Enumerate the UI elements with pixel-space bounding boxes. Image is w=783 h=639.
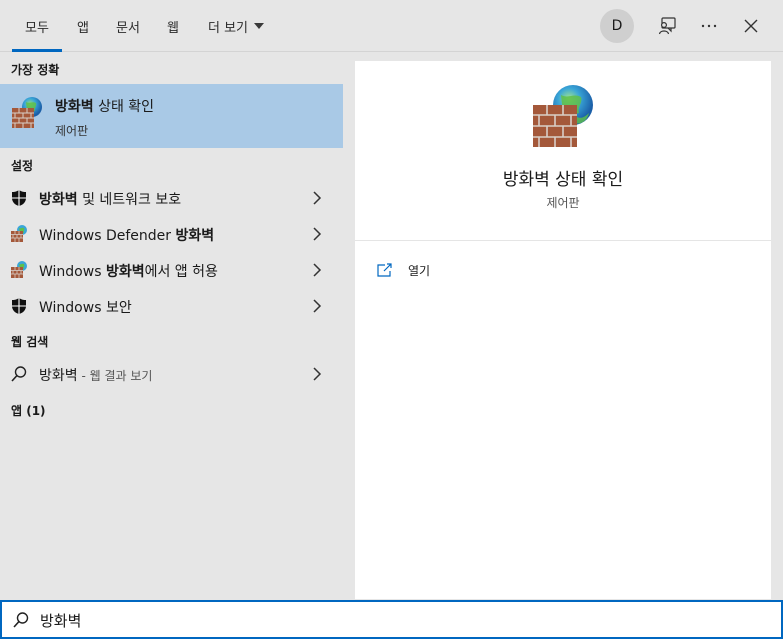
- section-best-match: 가장 정확: [11, 63, 60, 77]
- settings-item-label: Windows Defender 방화벽: [39, 225, 214, 245]
- web-search-label: 방화벽 - 웹 결과 보기: [39, 365, 152, 385]
- settings-item-windows-security[interactable]: Windows 보안: [0, 288, 343, 324]
- settings-item-firewall-network-protection[interactable]: 방화벽 및 네트워크 보호: [0, 180, 343, 216]
- chevron-right-icon: [313, 227, 322, 241]
- settings-item-label-rest: 에서 앱 허용: [144, 264, 218, 280]
- firewall-icon: [529, 83, 597, 151]
- best-match-title-bold: 방화벽: [55, 99, 94, 115]
- open-label: 열기: [408, 263, 431, 278]
- best-match-title: 방화벽 상태 확인: [55, 96, 154, 116]
- feedback-button[interactable]: [650, 9, 684, 43]
- search-icon: [11, 366, 27, 382]
- section-apps: 앱 (1): [11, 404, 46, 418]
- tab-apps-label: 앱: [77, 20, 89, 36]
- web-search-query: 방화벽: [39, 368, 78, 384]
- web-search-suffix: - 웹 결과 보기: [77, 369, 153, 383]
- tab-all-label: 모두: [25, 20, 49, 36]
- settings-item-label-bold: 방화벽: [175, 228, 215, 244]
- tab-more-label: 더 보기: [207, 20, 248, 36]
- tab-documents-label: 문서: [116, 20, 140, 36]
- section-web-search: 웹 검색: [11, 335, 49, 349]
- settings-item-label-bold: 방화벽: [105, 264, 145, 280]
- section-settings: 설정: [11, 159, 34, 173]
- more-button[interactable]: [692, 9, 726, 43]
- settings-item-label: 방화벽 및 네트워크 보호: [39, 189, 181, 209]
- settings-item-allow-app-through-firewall[interactable]: Windows 방화벽에서 앱 허용: [0, 252, 343, 288]
- best-match-title-rest: 상태 확인: [93, 99, 155, 115]
- tab-web-label: 웹: [167, 20, 179, 36]
- chevron-right-icon: [313, 299, 322, 313]
- detail-divider: [355, 240, 771, 241]
- firewall-icon: [10, 96, 44, 130]
- chevron-right-icon: [313, 367, 322, 381]
- detail-panel: 방화벽 상태 확인 제어판 열기: [355, 61, 771, 599]
- search-bar: [0, 600, 783, 639]
- more-icon: [701, 24, 717, 28]
- settings-item-label-rest: 및 네트워크 보호: [77, 192, 182, 208]
- avatar[interactable]: D: [600, 9, 634, 43]
- settings-item-label: Windows 방화벽에서 앱 허용: [39, 261, 218, 281]
- settings-item-label-pre: Windows 보안: [39, 300, 132, 316]
- settings-item-label-bold: 방화벽: [39, 192, 78, 208]
- detail-title: 방화벽 상태 확인: [502, 170, 624, 190]
- tab-all[interactable]: 모두: [12, 0, 62, 52]
- detail-subtitle: 제어판: [546, 196, 580, 210]
- open-icon: [377, 263, 392, 277]
- shield-icon: [12, 298, 26, 314]
- avatar-initial: D: [611, 18, 623, 34]
- tab-more[interactable]: 더 보기: [198, 0, 274, 52]
- search-icon: [13, 612, 29, 628]
- top-bar: 모두 앱 문서 웹 더 보기 D: [0, 0, 783, 52]
- chevron-down-icon: [254, 23, 264, 29]
- tab-apps[interactable]: 앱: [66, 0, 100, 52]
- best-match-item[interactable]: 방화벽 상태 확인 제어판: [0, 84, 343, 148]
- settings-item-defender-firewall[interactable]: Windows Defender 방화벽: [0, 216, 343, 252]
- settings-item-label-pre: Windows: [39, 264, 106, 280]
- chevron-right-icon: [313, 263, 322, 277]
- search-input[interactable]: [40, 608, 740, 632]
- settings-item-label: Windows 보안: [39, 297, 132, 317]
- settings-item-label-pre: Windows Defender: [39, 228, 176, 244]
- tab-documents[interactable]: 문서: [106, 0, 150, 52]
- feedback-icon: [658, 17, 676, 35]
- chevron-right-icon: [313, 191, 322, 205]
- firewall-icon: [11, 261, 27, 278]
- firewall-icon: [11, 225, 27, 242]
- close-button[interactable]: [734, 9, 768, 43]
- best-match-subtitle: 제어판: [55, 124, 89, 138]
- open-button[interactable]: 열기: [377, 259, 430, 281]
- tab-web[interactable]: 웹: [156, 0, 190, 52]
- shield-icon: [12, 190, 26, 206]
- close-icon: [744, 19, 758, 33]
- web-search-item[interactable]: 방화벽 - 웹 결과 보기: [0, 356, 343, 392]
- results-panel: 가장 정확 방화벽 상태 확인 제어판 설정 방화벽 및 네트워크 보호 Win…: [0, 53, 343, 599]
